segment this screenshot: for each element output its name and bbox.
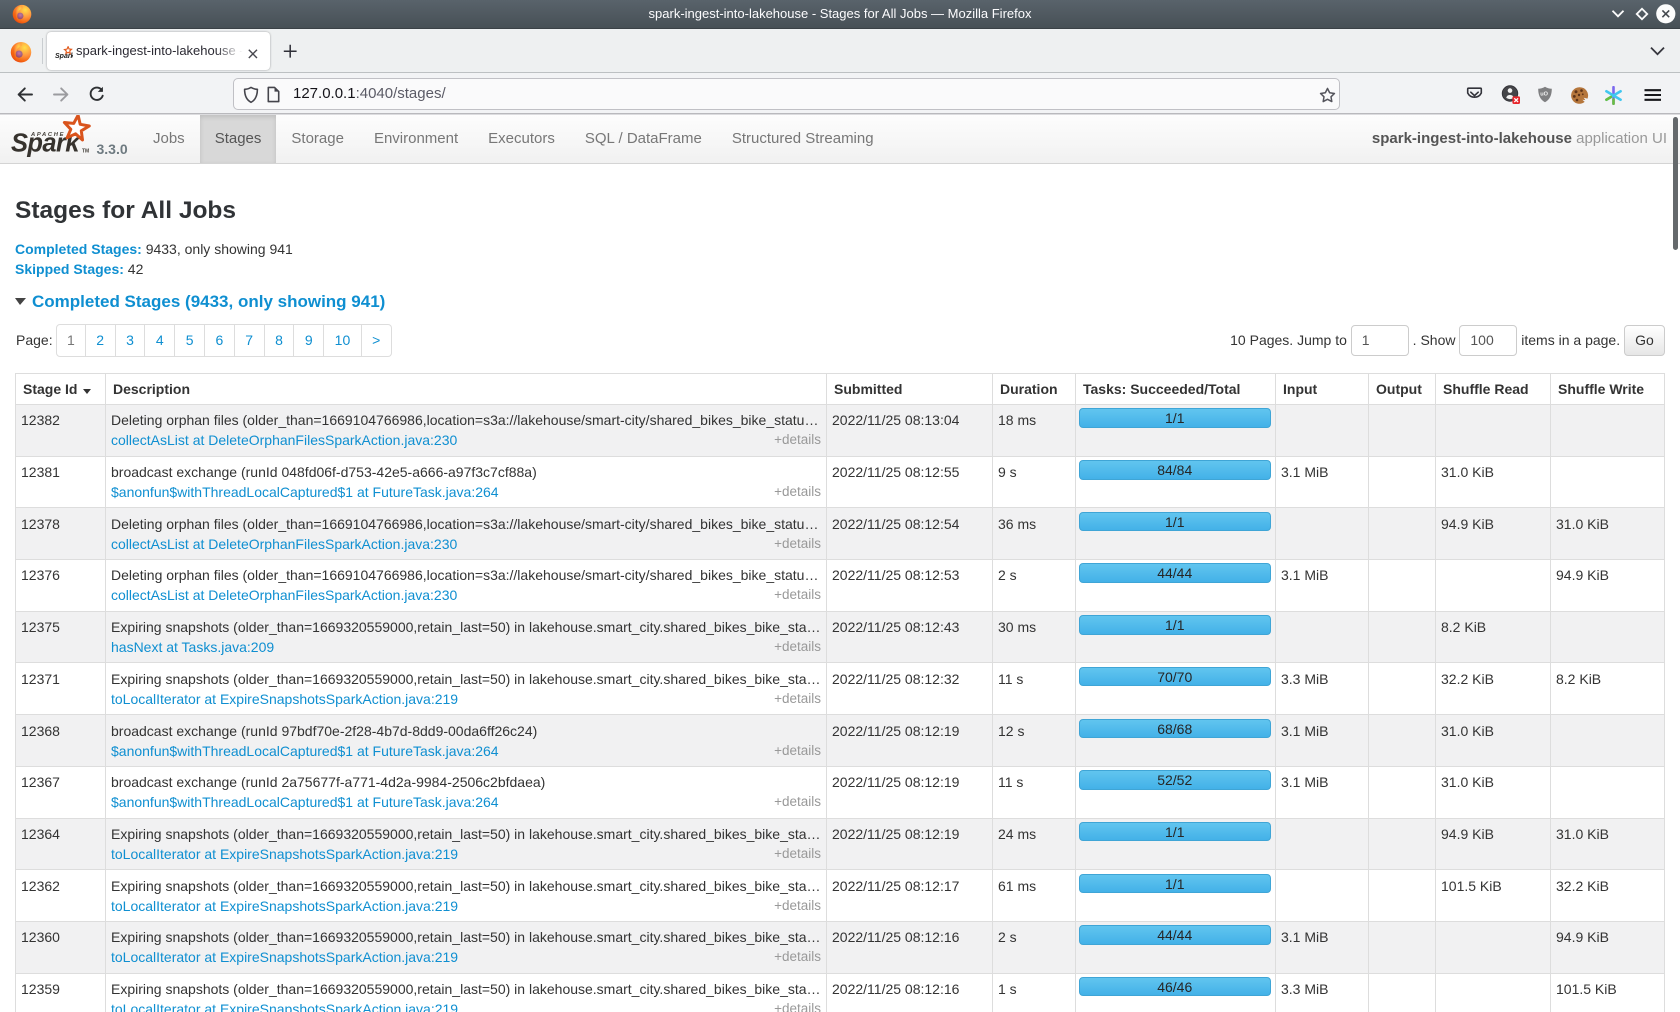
svg-text:TM: TM bbox=[82, 149, 89, 155]
svg-text:uO: uO bbox=[1540, 92, 1548, 98]
svg-text:APACHE: APACHE bbox=[30, 132, 65, 138]
